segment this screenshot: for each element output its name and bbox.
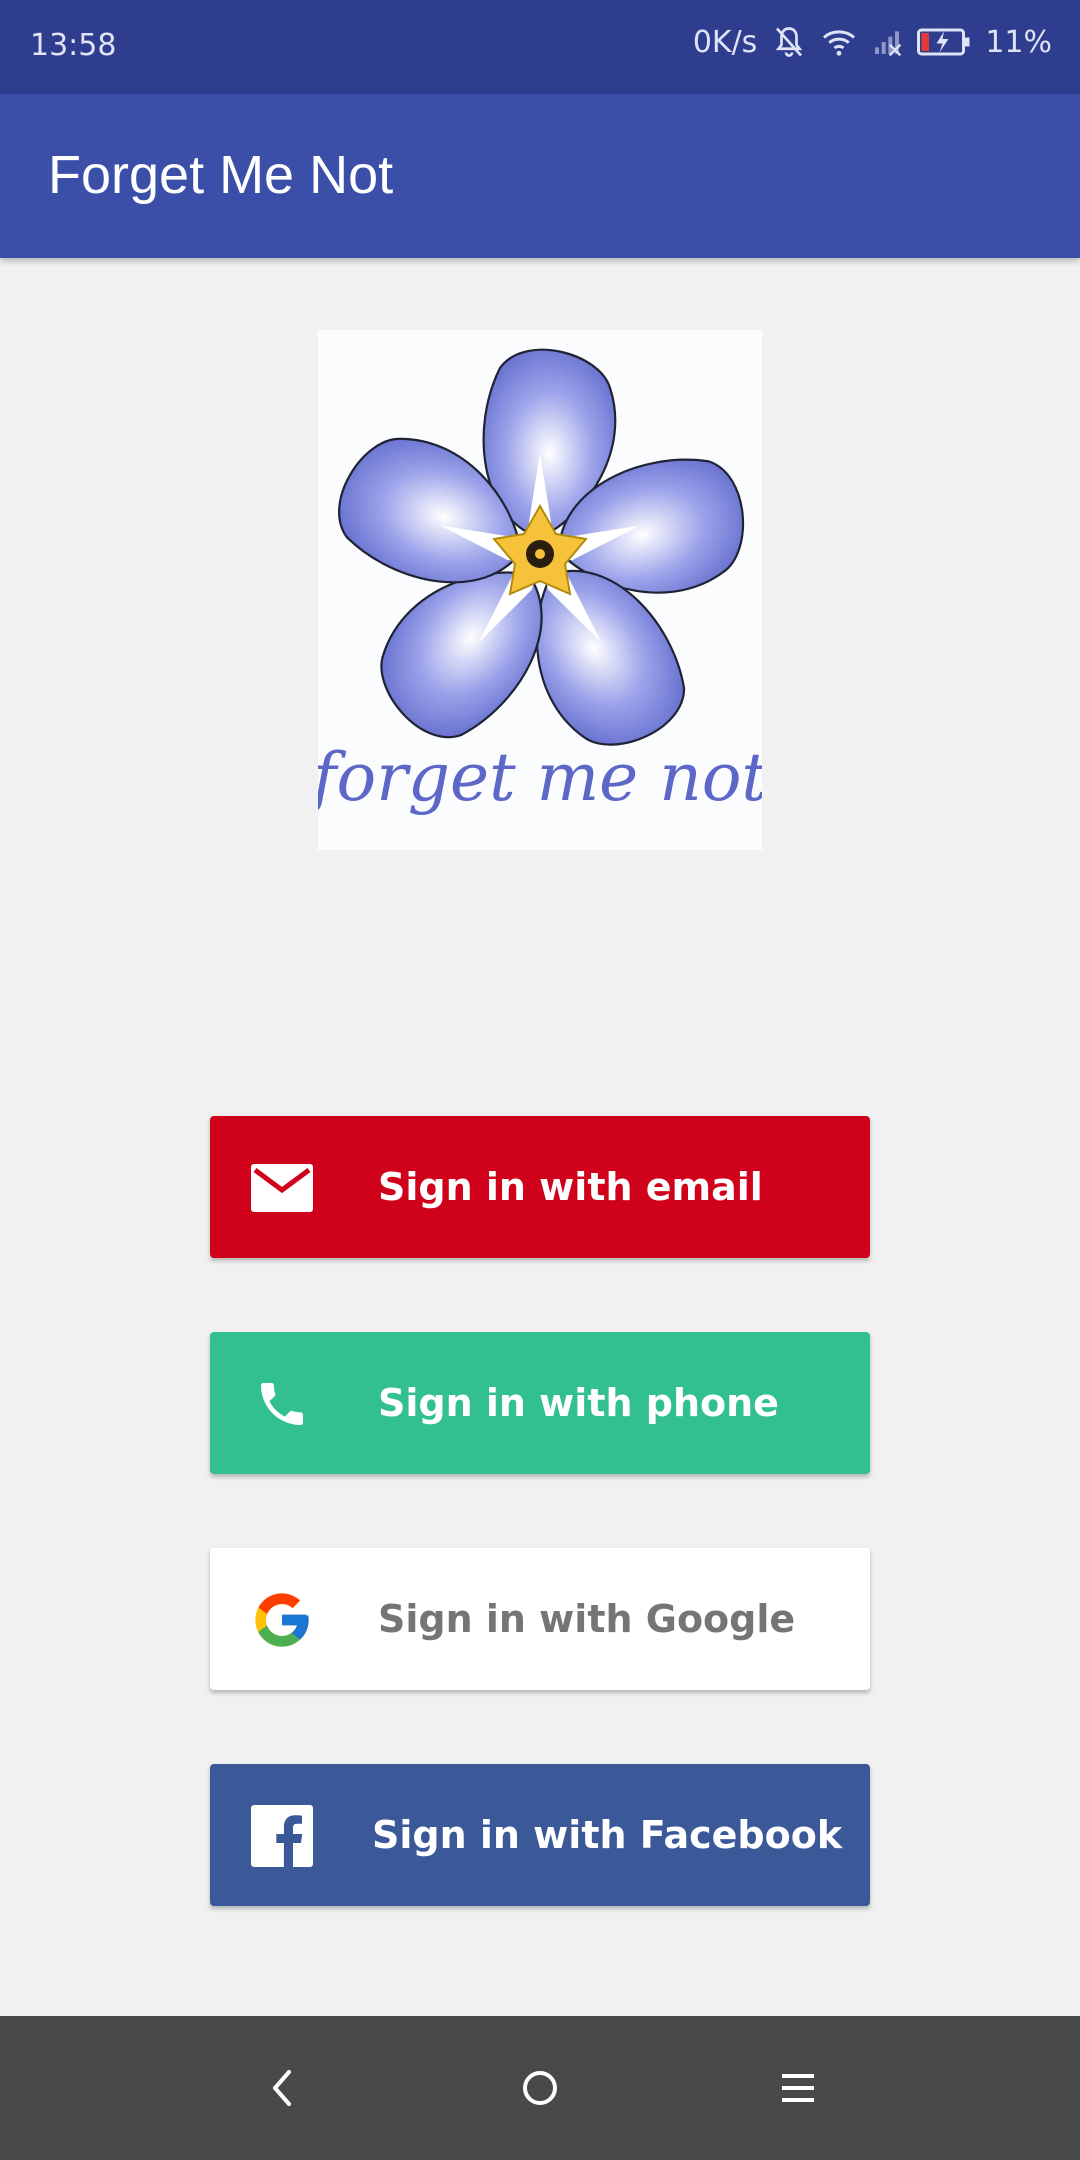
sign-in-google-label: Sign in with Google [378, 1597, 796, 1641]
back-icon[interactable] [250, 2056, 314, 2120]
sign-in-facebook-label: Sign in with Facebook [372, 1813, 843, 1857]
status-bar: 13:58 0K/s 11% [0, 0, 1080, 94]
google-icon [248, 1586, 316, 1654]
wifi-icon [821, 24, 857, 60]
app-bar: Forget Me Not [0, 94, 1080, 258]
sign-in-phone-label: Sign in with phone [378, 1381, 779, 1425]
forget-me-not-logo: forget me not [307, 330, 768, 850]
phone-icon [248, 1370, 316, 1438]
net-speed: 0K/s [692, 24, 758, 60]
notifications-off-icon [771, 24, 807, 60]
sign-in-email-button[interactable]: Sign in with email [210, 1116, 870, 1258]
status-icons: 0K/s 11% [693, 24, 1052, 60]
sign-in-google-button[interactable]: Sign in with Google [210, 1548, 870, 1690]
sign-in-facebook-button[interactable]: Sign in with Facebook [210, 1764, 870, 1906]
status-time: 13:58 [30, 28, 117, 63]
sign-in-phone-button[interactable]: Sign in with phone [210, 1332, 870, 1474]
mail-icon [248, 1154, 316, 1222]
battery-percent: 11% [985, 24, 1052, 60]
navigation-bar [0, 2016, 1080, 2160]
logo-script-text: forget me not [318, 739, 762, 816]
battery-charging-icon [917, 27, 971, 57]
app-title: Forget Me Not [48, 145, 394, 205]
facebook-icon [248, 1802, 316, 1870]
home-icon[interactable] [508, 2056, 572, 2120]
sign-in-email-label: Sign in with email [378, 1165, 763, 1209]
menu-icon[interactable] [766, 2056, 830, 2120]
signal-icon [871, 26, 903, 58]
